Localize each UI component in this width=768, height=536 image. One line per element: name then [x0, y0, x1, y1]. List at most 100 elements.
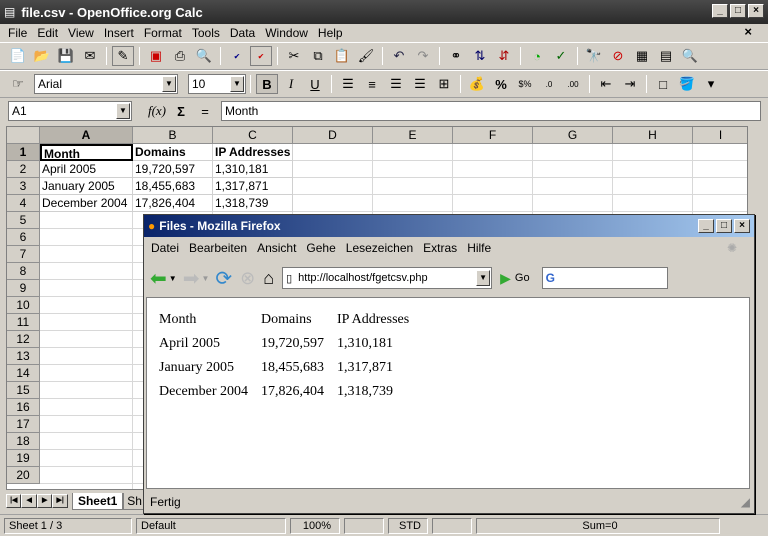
cell-c4[interactable]: 1,318,739: [213, 195, 293, 212]
firefox-minimize-button[interactable]: _: [698, 219, 714, 233]
first-sheet-icon[interactable]: |◀: [6, 494, 22, 508]
paste-icon[interactable]: 📋: [331, 46, 353, 66]
maximize-button[interactable]: □: [730, 4, 746, 18]
row-header[interactable]: 12: [7, 331, 40, 348]
cell-a4[interactable]: December 2004: [40, 195, 133, 212]
row-header[interactable]: 10: [7, 297, 40, 314]
row-header[interactable]: 17: [7, 416, 40, 433]
function-icon[interactable]: =: [194, 101, 216, 121]
column-header[interactable]: H: [613, 127, 693, 144]
copy-icon[interactable]: ⧉: [307, 46, 329, 66]
hyperlink-icon[interactable]: ⚭: [445, 46, 467, 66]
styles-icon[interactable]: ☞: [7, 74, 29, 94]
row-header[interactable]: 16: [7, 399, 40, 416]
email-icon[interactable]: ✉: [79, 46, 101, 66]
cell-a2[interactable]: April 2005: [40, 161, 133, 178]
spellcheck-icon[interactable]: ✔: [226, 46, 248, 66]
close-button[interactable]: ×: [748, 4, 764, 18]
page-style[interactable]: Default: [136, 517, 286, 534]
ff-menu-hilfe[interactable]: Hilfe: [467, 241, 491, 255]
edit-file-icon[interactable]: ✎: [112, 46, 134, 66]
row-header[interactable]: 13: [7, 348, 40, 365]
row-header[interactable]: 18: [7, 433, 40, 450]
go-arrow-icon[interactable]: ▶: [500, 270, 511, 287]
zoom-icon[interactable]: 🔍: [679, 46, 701, 66]
cell-a3[interactable]: January 2005: [40, 178, 133, 195]
gallery-icon[interactable]: ▦: [631, 46, 653, 66]
navigator-icon[interactable]: ⊘: [607, 46, 629, 66]
row-header[interactable]: 14: [7, 365, 40, 382]
address-bar[interactable]: ▯ http://localhost/fgetcsv.php ▼: [282, 267, 493, 289]
chevron-down-icon[interactable]: ▼: [476, 270, 491, 286]
row-header[interactable]: 3: [7, 178, 40, 195]
cell-c3[interactable]: 1,317,871: [213, 178, 293, 195]
zoom-level[interactable]: 100%: [290, 517, 340, 534]
draw-functions-icon[interactable]: ✓: [550, 46, 572, 66]
cell-b3[interactable]: 18,455,683: [133, 178, 213, 195]
resize-grip-icon[interactable]: ◢: [741, 495, 750, 509]
minimize-button[interactable]: _: [712, 4, 728, 18]
back-arrow-icon[interactable]: ⬅: [150, 266, 167, 291]
font-name-combo[interactable]: Arial ▼: [34, 74, 178, 94]
menu-window[interactable]: Window: [265, 26, 308, 40]
stop-icon[interactable]: ⊗: [240, 268, 255, 289]
row-header[interactable]: 5: [7, 212, 40, 229]
borders-icon[interactable]: □: [652, 74, 674, 94]
sheet-tab-sheet1[interactable]: Sheet1: [71, 492, 124, 510]
menu-view[interactable]: View: [68, 26, 94, 40]
open-icon[interactable]: 📂: [31, 46, 53, 66]
cell-b4[interactable]: 17,826,404: [133, 195, 213, 212]
autospellcheck-icon[interactable]: ✔: [250, 46, 272, 66]
font-size-combo[interactable]: 10 ▼: [188, 74, 246, 94]
menu-file[interactable]: File: [8, 26, 27, 40]
ff-menu-datei[interactable]: Datei: [151, 241, 179, 255]
bold-button[interactable]: B: [256, 74, 278, 94]
ff-menu-ansicht[interactable]: Ansicht: [257, 241, 296, 255]
column-header[interactable]: E: [373, 127, 453, 144]
align-left-icon[interactable]: ☰: [337, 74, 359, 94]
select-all-corner[interactable]: [7, 127, 40, 144]
cell-reference-box[interactable]: A1 ▼: [8, 101, 132, 121]
export-pdf-icon[interactable]: ▣: [145, 46, 167, 66]
row-header[interactable]: 20: [7, 467, 40, 484]
menu-edit[interactable]: Edit: [37, 26, 58, 40]
menu-tools[interactable]: Tools: [192, 26, 220, 40]
decrease-indent-icon[interactable]: ⇤: [595, 74, 617, 94]
column-header[interactable]: I: [693, 127, 747, 144]
ff-menu-extras[interactable]: Extras: [423, 241, 457, 255]
row-header[interactable]: 9: [7, 280, 40, 297]
search-input[interactable]: G: [541, 267, 668, 289]
save-icon[interactable]: 💾: [55, 46, 77, 66]
menu-help[interactable]: Help: [318, 26, 343, 40]
print-icon[interactable]: ⎙: [169, 46, 191, 66]
formula-input[interactable]: Month: [221, 101, 761, 121]
cell-c2[interactable]: 1,310,181: [213, 161, 293, 178]
align-right-icon[interactable]: ☰: [385, 74, 407, 94]
next-sheet-icon[interactable]: ▶: [36, 494, 53, 508]
back-dropdown-icon[interactable]: ▼: [169, 274, 177, 283]
row-header[interactable]: 19: [7, 450, 40, 467]
sort-descending-icon[interactable]: ⇵: [493, 46, 515, 66]
format-paintbrush-icon[interactable]: 🖌: [355, 46, 377, 66]
last-sheet-icon[interactable]: ▶|: [52, 494, 68, 508]
column-header[interactable]: C: [213, 127, 293, 144]
currency-format-icon[interactable]: 💰: [466, 74, 488, 94]
column-header[interactable]: B: [133, 127, 213, 144]
row-header[interactable]: 2: [7, 161, 40, 178]
menu-format[interactable]: Format: [144, 26, 182, 40]
redo-icon[interactable]: ↷: [412, 46, 434, 66]
row-header[interactable]: 7: [7, 246, 40, 263]
justify-icon[interactable]: ☰: [409, 74, 431, 94]
cell-b2[interactable]: 19,720,597: [133, 161, 213, 178]
italic-button[interactable]: I: [280, 74, 302, 94]
ff-menu-gehe[interactable]: Gehe: [306, 241, 335, 255]
firefox-close-button[interactable]: ×: [734, 219, 750, 233]
add-decimal-icon[interactable]: .0: [538, 74, 560, 94]
undo-icon[interactable]: ↶: [388, 46, 410, 66]
chevron-down-icon[interactable]: ▼: [162, 76, 176, 92]
page-preview-icon[interactable]: 🔍: [193, 46, 215, 66]
function-wizard-icon[interactable]: f(x): [146, 101, 168, 121]
cell-c1[interactable]: IP Addresses: [213, 144, 293, 161]
row-header[interactable]: 15: [7, 382, 40, 399]
cut-icon[interactable]: ✂: [283, 46, 305, 66]
